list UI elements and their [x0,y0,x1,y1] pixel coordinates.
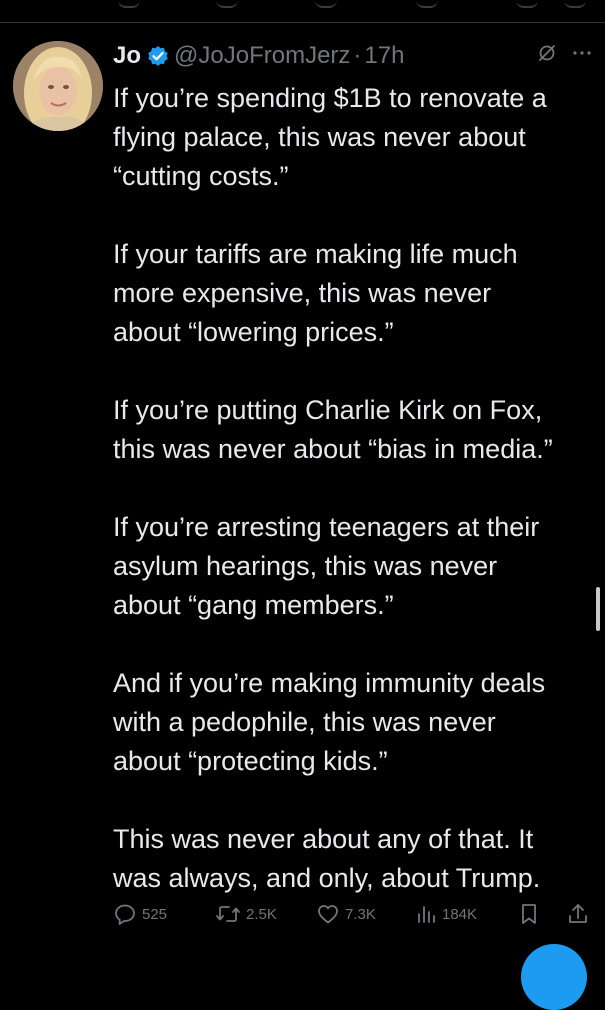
grok-icon[interactable] [537,42,557,70]
avatar[interactable] [13,41,103,131]
separator-dot: · [353,42,362,69]
previous-like-icon [315,0,337,8]
previous-views-icon [416,0,438,8]
header-actions [537,42,593,70]
views-button[interactable]: 184K [415,902,477,926]
repost-icon [215,902,241,926]
timestamp[interactable]: 17h [364,42,404,70]
views-count: 184K [442,905,478,923]
bookmark-button[interactable] [519,902,539,926]
share-icon [567,902,589,926]
previous-reply-icon [118,0,140,8]
previous-share-icon [564,0,586,8]
repost-count: 2.5K [246,905,277,923]
tweet-header: Jo @JoJoFromJerz · 17h [113,40,593,72]
like-count: 7.3K [345,905,376,923]
previous-bookmark-icon [516,0,538,8]
tweet-paragraph: If you’re spending $1B to renovate a fly… [113,83,547,191]
verified-badge-icon [147,45,169,67]
display-name[interactable]: Jo [113,42,141,70]
tweet-actions: 525 2.5K 7.3K 184K [113,902,598,930]
reply-button[interactable]: 525 [113,902,167,926]
avatar-image [13,41,103,131]
tweet-paragraph: If you’re arresting teenagers at their a… [113,512,540,620]
tweet-paragraph: If you’re putting Charlie Kirk on Fox, t… [113,395,553,464]
previous-repost-icon [216,0,238,8]
tweet[interactable]: Jo @JoJoFromJerz · 17h If you’re spendin… [0,23,605,960]
like-button[interactable]: 7.3K [316,902,376,926]
like-icon [316,902,340,926]
scrollbar[interactable] [596,587,600,631]
tweet-text: If you’re spending $1B to renovate a fly… [113,79,593,898]
views-icon [415,902,437,926]
previous-tweet-action-strip [0,0,605,23]
handle[interactable]: @JoJoFromJerz [174,42,350,70]
more-icon[interactable] [571,42,593,70]
share-button[interactable] [567,902,589,926]
bookmark-icon [519,902,539,926]
reply-count: 525 [142,905,168,923]
tweet-paragraph: This was never about any of that. It was… [113,824,541,893]
repost-button[interactable]: 2.5K [215,902,277,926]
compose-button[interactable] [521,944,587,1010]
tweet-paragraph: If your tariffs are making life much mor… [113,239,518,347]
reply-icon [113,902,137,926]
tweet-paragraph: And if you’re making immunity deals with… [113,668,546,776]
